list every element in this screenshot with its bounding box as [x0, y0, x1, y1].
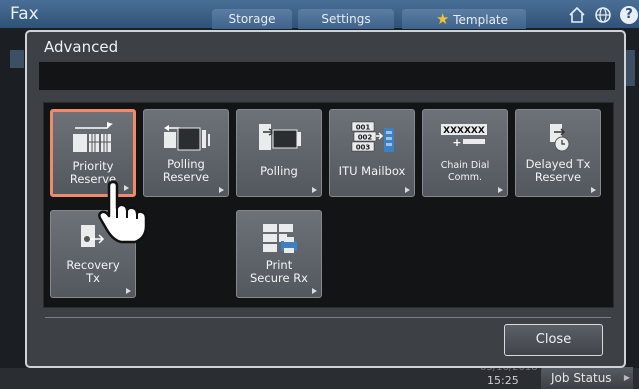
home-icon[interactable] [568, 6, 586, 28]
star-icon: ★ [435, 10, 450, 28]
app-top-bar: Fax Storage Settings ★ Template ? [0, 0, 639, 29]
tab-template[interactable]: ★ Template [402, 9, 526, 29]
dialog-divider [45, 317, 611, 318]
itu-mailbox-button[interactable]: 001 002 003 ITU Mailbox [329, 109, 415, 197]
print-secure-rx-label: Print Secure Rx [250, 258, 308, 285]
background-panel-edge [10, 50, 24, 68]
screen: { "app": { "title": "Fax" }, "top_tabs":… [0, 0, 639, 389]
job-status-button[interactable]: Job Status ▶ [541, 367, 633, 389]
print-secure-rx-button[interactable]: Print Secure Rx [236, 210, 322, 298]
close-button[interactable]: Close [504, 324, 603, 356]
itu-mailbox-icon: 001 002 003 [330, 120, 414, 160]
svg-text:+: + [452, 136, 461, 149]
dialog-message-bar [39, 62, 615, 90]
chain-dial-comm-label: Chain Dial Comm. [440, 160, 490, 183]
mailbox-number-001: 001 [356, 124, 371, 132]
delayed-tx-icon [516, 120, 600, 158]
chevron-right-icon [219, 187, 224, 193]
chevron-right-icon [405, 187, 410, 193]
chevron-right-icon [312, 187, 317, 193]
polling-label: Polling [260, 164, 298, 178]
polling-button[interactable]: Polling [236, 109, 322, 197]
delayed-tx-reserve-button[interactable]: Delayed Tx Reserve [515, 109, 601, 197]
chevron-right-icon [498, 187, 503, 193]
chain-dial-comm-button[interactable]: XXXXXX + Chain Dial Comm. [422, 109, 508, 197]
tab-settings[interactable]: Settings [298, 9, 394, 29]
itu-mailbox-label: ITU Mailbox [338, 164, 406, 178]
recovery-tx-label: Recovery Tx [66, 258, 120, 285]
chain-dial-icon: XXXXXX + [423, 120, 507, 158]
chevron-right-icon [126, 288, 131, 294]
chain-dial-text: XXXXXX [443, 126, 485, 136]
help-icon[interactable]: ? [620, 6, 638, 24]
chevron-right-icon [312, 288, 317, 294]
pointing-hand-icon [95, 180, 151, 248]
globe-icon[interactable] [594, 6, 612, 28]
app-title: Fax [10, 4, 39, 24]
tab-template-label: Template [453, 13, 509, 27]
mailbox-number-003: 003 [356, 144, 371, 152]
polling-icon [237, 120, 321, 158]
mailbox-number-002: 002 [358, 134, 373, 142]
chevron-right-icon: ▶ [623, 373, 630, 382]
delayed-tx-reserve-label: Delayed Tx Reserve [525, 157, 591, 184]
clock-time: 15:25 [487, 374, 519, 387]
polling-reserve-label: Polling Reserve [162, 157, 210, 184]
dialog-title: Advanced [44, 38, 119, 56]
polling-reserve-button[interactable]: Polling Reserve [143, 109, 229, 197]
background-scrollbar[interactable] [625, 50, 635, 86]
tab-storage[interactable]: Storage [212, 9, 292, 29]
chevron-right-icon [591, 187, 596, 193]
polling-reserve-icon [144, 120, 228, 158]
priority-reserve-icon [53, 122, 133, 160]
job-status-label: Job Status [551, 371, 612, 385]
print-secure-rx-icon [237, 221, 321, 259]
